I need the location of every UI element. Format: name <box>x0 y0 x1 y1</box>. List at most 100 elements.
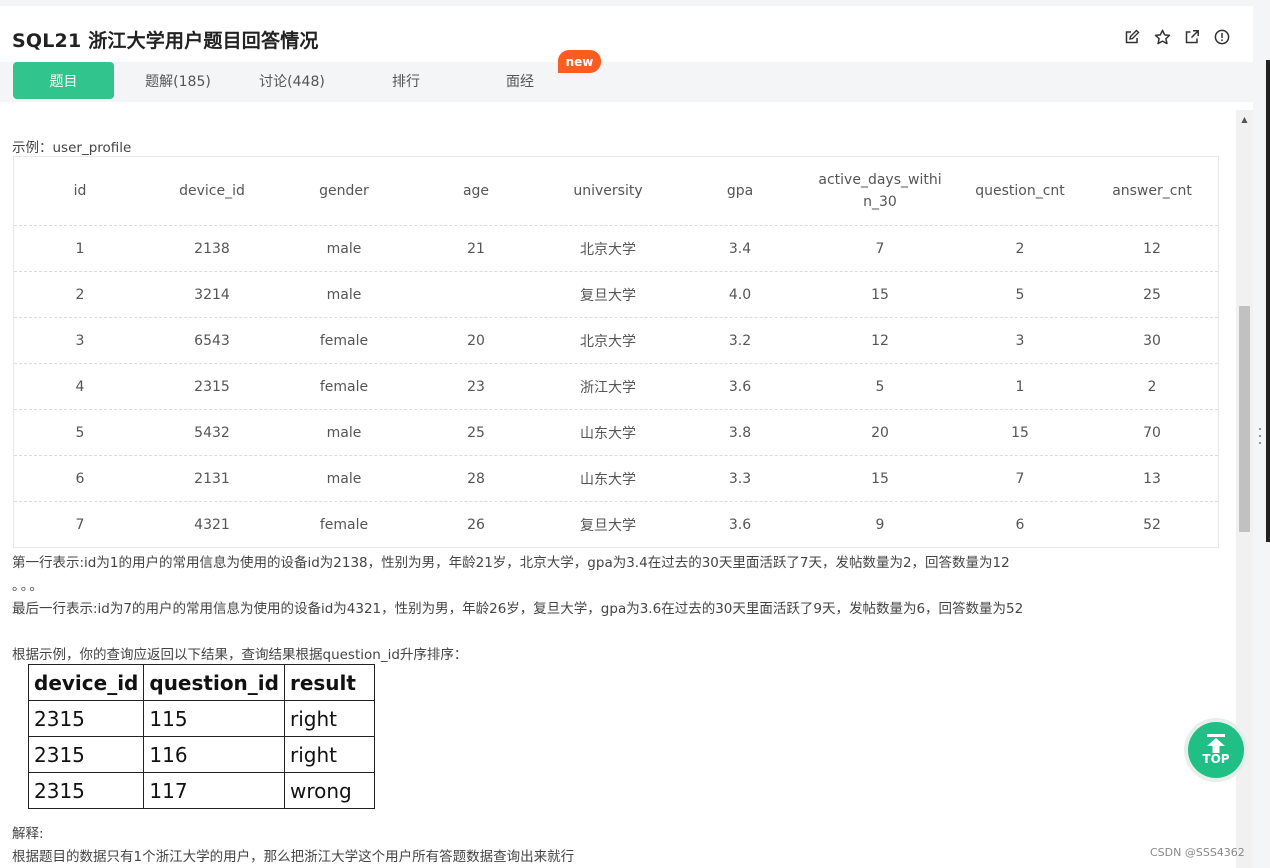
table-cell: right <box>283 700 375 737</box>
table-header: device_id question_id result <box>27 664 375 701</box>
table-cell: 3.2 <box>728 332 752 349</box>
tab-ranking[interactable]: 排行 <box>356 62 456 99</box>
description-line-1: 第一行表示:id为1的用户的常用信息为使用的设备id为2138，性别为男，年龄2… <box>12 555 1010 571</box>
table-cell: 25 <box>1143 286 1161 303</box>
table-cell: 2 <box>75 286 85 303</box>
table-cell: 7 <box>75 517 85 533</box>
column-header: gpa <box>726 183 754 199</box>
header-actions <box>1123 28 1231 46</box>
table-cell: 复旦大学 <box>580 518 636 534</box>
table-cell: 6543 <box>194 332 230 349</box>
table-cell: 15 <box>871 470 889 487</box>
table-cell: 6 <box>1015 517 1025 533</box>
table-cell: 5 <box>75 424 85 441</box>
table-cell: 4 <box>75 378 85 395</box>
table-row: 3 6543 female 20 北京大学 3.2 12 3 30 <box>14 318 1218 364</box>
table-cell: 5 <box>875 378 885 395</box>
table-cell: 3 <box>75 332 85 349</box>
back-to-top-button[interactable]: TOP <box>1184 718 1248 782</box>
table-cell: female <box>319 332 369 349</box>
table-cell: 5432 <box>194 424 230 441</box>
table-cell: 3.6 <box>728 378 752 395</box>
table-cell: female <box>319 378 369 395</box>
watermark: CSDN @SSS4362 <box>1150 846 1245 859</box>
table-row: 7 4321 female 26 复旦大学 3.6 9 6 52 <box>14 502 1218 548</box>
tab-problem[interactable]: 题目 <box>13 62 114 99</box>
scroll-up-arrow-icon[interactable]: ▲ <box>1236 112 1253 126</box>
page-title: SQL21 浙江大学用户题目回答情况 <box>12 30 319 52</box>
table-cell: 2 <box>1147 378 1157 395</box>
table-cell: 5 <box>1015 286 1025 303</box>
table-cell: 115 <box>143 700 285 737</box>
tab-solutions[interactable]: 题解(185) <box>128 62 228 99</box>
info-icon[interactable] <box>1213 28 1231 46</box>
back-to-top-label: TOP <box>1202 752 1230 766</box>
column-header: result <box>283 664 375 701</box>
table-cell: right <box>283 736 375 773</box>
table-cell: 26 <box>467 517 485 533</box>
table-cell: 北京大学 <box>580 333 636 350</box>
table-cell: 25 <box>467 424 485 441</box>
column-header: question_id <box>143 664 285 701</box>
panel-divider <box>1266 60 1270 542</box>
table-cell: 21 <box>467 240 485 257</box>
table-cell: 浙江大学 <box>580 379 636 396</box>
table-cell: 2 <box>1015 240 1025 257</box>
table-row: 1 2138 male 21 北京大学 3.4 7 2 12 <box>14 226 1218 272</box>
table-cell: 1 <box>75 240 85 257</box>
table-cell: 52 <box>1143 517 1161 533</box>
table-cell: male <box>326 286 362 303</box>
table-cell: male <box>326 424 362 441</box>
explanation-label: 解释: <box>12 826 44 842</box>
table-cell: 28 <box>467 470 485 487</box>
table-cell: 7 <box>875 240 885 257</box>
star-icon[interactable] <box>1153 28 1171 46</box>
tab-discussion[interactable]: 讨论(448) <box>242 62 342 99</box>
table-cell: 15 <box>1011 424 1029 441</box>
example-label: 示例：user_profile <box>12 140 132 156</box>
table-cell: male <box>326 240 362 257</box>
scrollbar-thumb[interactable] <box>1239 306 1250 532</box>
column-header: gender <box>319 183 369 199</box>
table-cell: 9 <box>875 517 885 533</box>
table-cell: 3214 <box>194 286 230 303</box>
table-cell: 6 <box>75 470 85 487</box>
tab-bar: 题目 题解(185) 讨论(448) 排行 面经 <box>0 62 1253 102</box>
table-cell: 3.4 <box>728 240 752 257</box>
table-cell: 2138 <box>194 240 230 257</box>
table-cell: 4321 <box>194 517 230 533</box>
table-cell: 12 <box>871 332 889 349</box>
table-cell: 3.8 <box>728 424 752 441</box>
column-header: university <box>573 183 643 199</box>
user-profile-table: id device_id gender age university gpa a… <box>13 156 1219 548</box>
table-cell: female <box>319 517 369 533</box>
table-row: 2315 117 wrong <box>27 772 375 809</box>
column-header: device_id <box>27 664 145 701</box>
table-row: 2315 115 right <box>27 700 375 737</box>
table-cell <box>410 272 542 317</box>
back-to-top-inner: TOP <box>1188 722 1244 778</box>
resize-handle-icon[interactable] <box>1256 428 1264 444</box>
column-header: age <box>462 183 490 199</box>
table-cell: 山东大学 <box>580 425 636 442</box>
table-row: 2315 116 right <box>27 736 375 773</box>
table-cell: 3 <box>1015 332 1025 349</box>
table-cell: 3.6 <box>728 517 752 533</box>
result-table: device_id question_id result 2315 115 ri… <box>27 664 375 809</box>
column-header: active_days_within_30 <box>818 172 942 210</box>
table-row: 4 2315 female 23 浙江大学 3.6 5 1 2 <box>14 364 1218 410</box>
table-cell: 3.3 <box>728 470 752 487</box>
table-cell: 15 <box>871 286 889 303</box>
table-cell: 7 <box>1015 470 1025 487</box>
table-cell: 北京大学 <box>580 241 636 258</box>
table-cell: 山东大学 <box>580 471 636 488</box>
problem-header: SQL21 浙江大学用户题目回答情况 <box>0 6 1253 62</box>
edit-icon[interactable] <box>1123 28 1141 46</box>
external-link-icon[interactable] <box>1183 28 1201 46</box>
description-line-2: 最后一行表示:id为7的用户的常用信息为使用的设备id为4321，性别为男，年龄… <box>12 601 1024 617</box>
table-row: 5 5432 male 25 山东大学 3.8 20 15 70 <box>14 410 1218 456</box>
column-header: answer_cnt <box>1112 183 1192 199</box>
tab-interview[interactable]: 面经 <box>470 62 570 99</box>
table-header: id device_id gender age university gpa a… <box>14 157 1218 226</box>
table-cell: 2315 <box>27 700 145 737</box>
